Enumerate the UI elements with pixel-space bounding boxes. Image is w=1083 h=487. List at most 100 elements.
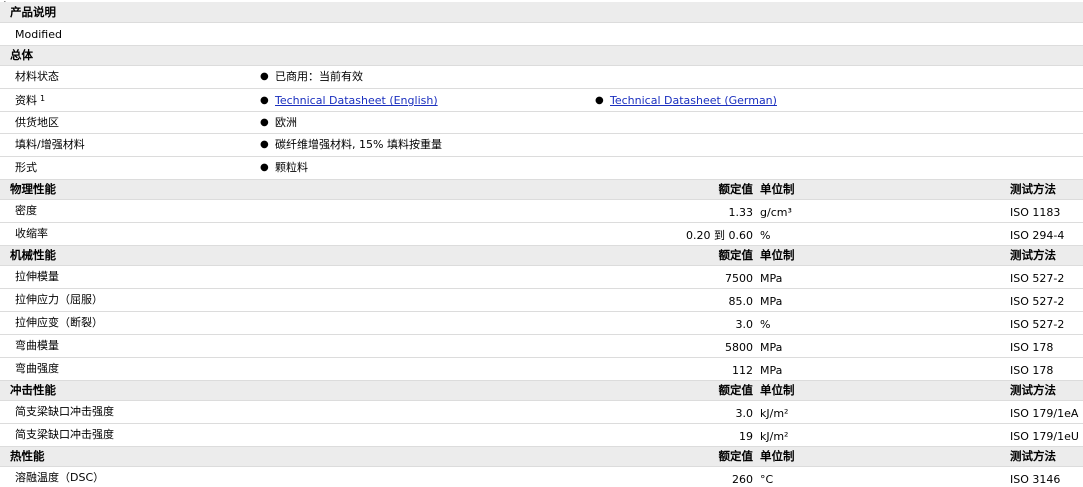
property-value: 5800: [725, 341, 753, 354]
property-unit: %: [760, 318, 771, 331]
bullet-icon: ●: [260, 117, 269, 128]
row-value: 颗粒料: [275, 161, 308, 174]
row-label: 形式: [15, 161, 37, 174]
col-header-method: 测试方法: [1010, 383, 1056, 397]
property-label: 溶融温度（DSC）: [15, 471, 105, 484]
col-header-rated: 额定值: [718, 449, 754, 463]
property-method: ISO 3146: [1010, 473, 1061, 486]
bullet-icon: ●: [260, 71, 269, 82]
section-title: 冲击性能: [10, 383, 56, 397]
bullet-icon: ●: [595, 95, 604, 106]
bullet-icon: ●: [260, 139, 269, 150]
property-label: 收缩率: [15, 227, 48, 240]
col-header-rated: 额定值: [718, 182, 754, 196]
property-method: ISO 527-2: [1010, 272, 1065, 285]
property-label: 密度: [15, 204, 37, 217]
section-header-physical: 物理性能 额定值 单位制 测试方法: [0, 180, 1083, 200]
bullet-icon: ●: [260, 95, 269, 106]
col-header-method: 测试方法: [1010, 182, 1056, 196]
property-row: 溶融温度（DSC） 260 °C ISO 3146: [0, 467, 1083, 487]
property-row: 拉伸模量 7500 MPa ISO 527-2: [0, 266, 1083, 289]
row-label-wrap: 资料 1: [15, 94, 45, 108]
property-row: 简支梁缺口冲击强度 19 kJ/m² ISO 179/1eU: [0, 424, 1083, 447]
section-title: 热性能: [10, 449, 45, 463]
general-row-material-status: 材料状态 ● 已商用：当前有效: [0, 66, 1083, 89]
property-row: 拉伸应变（断裂） 3.0 % ISO 527-2: [0, 312, 1083, 335]
section-header-mechanical: 机械性能 额定值 单位制 测试方法: [0, 246, 1083, 266]
property-label: 拉伸应力（屈服）: [15, 293, 103, 306]
property-value: 85.0: [728, 295, 754, 308]
property-row: 弯曲强度 112 MPa ISO 178: [0, 358, 1083, 381]
section-title: 产品说明: [10, 5, 56, 19]
property-unit: kJ/m²: [760, 430, 789, 443]
general-row-form: 形式 ● 颗粒料: [0, 157, 1083, 180]
property-label: 简支梁缺口冲击强度: [15, 405, 114, 418]
property-value: 260: [732, 473, 753, 486]
col-header-method: 测试方法: [1010, 248, 1056, 262]
property-row: 密度 1.33 g/cm³ ISO 1183: [0, 200, 1083, 223]
property-method: ISO 179/1eU: [1010, 430, 1079, 443]
property-row: 弯曲模量 5800 MPa ISO 178: [0, 335, 1083, 358]
row-value: 碳纤维增强材料, 15% 填料按重量: [275, 138, 442, 151]
datasheet-english-link[interactable]: Technical Datasheet (English): [275, 94, 438, 107]
row-value: 已商用：当前有效: [275, 70, 363, 83]
property-unit: MPa: [760, 295, 783, 308]
row-value: 欧洲: [275, 116, 297, 129]
property-method: ISO 178: [1010, 341, 1054, 354]
property-value: 1.33: [728, 206, 754, 219]
section-title: 物理性能: [10, 182, 56, 196]
property-row: 收缩率 0.20 到 0.60 % ISO 294-4: [0, 223, 1083, 246]
property-unit: kJ/m²: [760, 407, 789, 420]
section-header-general: 总体: [0, 46, 1083, 66]
col-header-unit: 单位制: [760, 248, 795, 262]
datasheet-german-link[interactable]: Technical Datasheet (German): [610, 94, 777, 107]
product-description-text: Modified: [15, 28, 62, 41]
property-unit: g/cm³: [760, 206, 792, 219]
section-header-product-description: 产品说明: [0, 2, 1083, 23]
property-unit: %: [760, 229, 771, 242]
property-unit: °C: [760, 473, 774, 486]
general-row-supply-region: 供货地区 ● 欧洲: [0, 112, 1083, 134]
property-label: 拉伸应变（断裂）: [15, 316, 103, 329]
property-method: ISO 179/1eA: [1010, 407, 1079, 420]
property-method: ISO 294-4: [1010, 229, 1065, 242]
footnote-marker: 1: [40, 94, 46, 103]
col-header-unit: 单位制: [760, 449, 795, 463]
section-title: 总体: [10, 48, 33, 62]
row-label: 资料: [15, 94, 37, 107]
property-method: ISO 1183: [1010, 206, 1061, 219]
property-unit: MPa: [760, 341, 783, 354]
property-value: 0.20 到 0.60: [686, 229, 753, 242]
property-value: 3.0: [735, 318, 754, 331]
property-unit: MPa: [760, 272, 783, 285]
section-header-thermal: 热性能 额定值 单位制 测试方法: [0, 447, 1083, 467]
row-label: 供货地区: [15, 116, 59, 129]
col-header-rated: 额定值: [718, 383, 754, 397]
property-method: ISO 178: [1010, 364, 1054, 377]
property-label: 弯曲强度: [15, 362, 59, 375]
property-label: 拉伸模量: [15, 270, 59, 283]
property-method: ISO 527-2: [1010, 295, 1065, 308]
col-header-rated: 额定值: [718, 248, 754, 262]
property-row: 拉伸应力（屈服） 85.0 MPa ISO 527-2: [0, 289, 1083, 312]
property-label: 弯曲模量: [15, 339, 59, 352]
product-description-row: Modified: [0, 23, 1083, 46]
col-header-unit: 单位制: [760, 383, 795, 397]
general-row-filler: 填料/增强材料 ● 碳纤维增强材料, 15% 填料按重量: [0, 134, 1083, 157]
property-unit: MPa: [760, 364, 783, 377]
property-value: 7500: [725, 272, 753, 285]
col-header-unit: 单位制: [760, 182, 795, 196]
property-value: 19: [739, 430, 753, 443]
property-row: 简支梁缺口冲击强度 3.0 kJ/m² ISO 179/1eA: [0, 401, 1083, 424]
section-title: 机械性能: [10, 248, 56, 262]
property-value: 112: [732, 364, 753, 377]
property-method: ISO 527-2: [1010, 318, 1065, 331]
row-label: 材料状态: [15, 70, 59, 83]
property-value: 3.0: [735, 407, 754, 420]
row-label: 填料/增强材料: [15, 138, 85, 151]
bullet-icon: ●: [260, 162, 269, 173]
property-label: 简支梁缺口冲击强度: [15, 428, 114, 441]
general-row-documents: 资料 1 ● Technical Datasheet (English) ● Te…: [0, 89, 1083, 112]
section-header-impact: 冲击性能 额定值 单位制 测试方法: [0, 381, 1083, 401]
col-header-method: 测试方法: [1010, 449, 1056, 463]
